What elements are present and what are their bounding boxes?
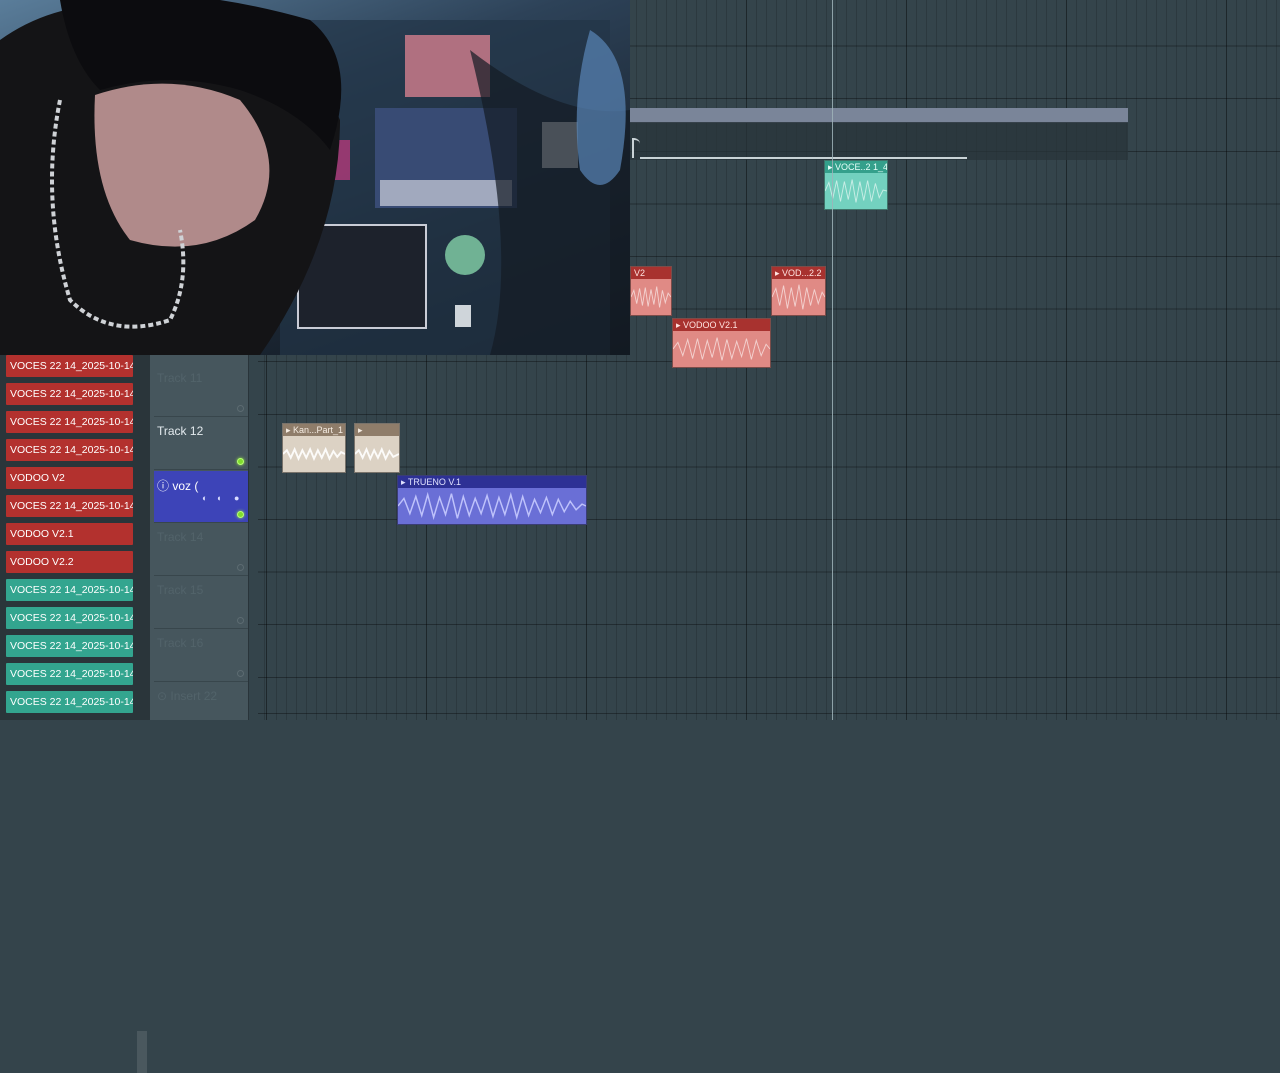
track-enable-led[interactable] [237,511,244,518]
clip-title: V2 [631,267,671,279]
clip-title: ▸ [355,424,399,436]
channel-list-scrollbar[interactable] [137,1031,147,1073]
track-name: Track 15 [157,583,204,597]
playhead-line[interactable] [832,0,833,720]
track-header[interactable]: Track 14 [154,524,248,576]
speaker-icon[interactable]: ◖ [216,493,221,503]
audio-clip[interactable]: ▸ [354,423,400,473]
automation-curve[interactable] [640,157,967,159]
clip-title: ▸ TRUENO V.1 [398,476,586,488]
channel-item[interactable]: VOCES 22 14_2025-10-14... [6,691,133,713]
track-enable-led[interactable] [237,458,244,465]
webcam-overlay [0,0,630,355]
automation-curve-start [632,138,640,158]
audio-clip[interactable]: ▸ TRUENO V.1 [397,475,587,525]
waveform [825,173,887,209]
track-name: Track 11 [157,371,203,385]
audio-clip[interactable]: V2 [630,266,672,316]
channel-item[interactable]: VOCES 22 14_2025-10-14... [6,607,133,629]
waveform [355,436,399,472]
track-header[interactable]: ⓘ voz ( ◐ ◖ ● [154,471,248,523]
track-enable-led[interactable] [237,617,244,624]
track-header[interactable]: Track 11 [154,365,248,417]
track-header[interactable]: Track 12 [154,418,248,470]
channel-item[interactable]: VOCES 22 14_2025-10-14... [6,579,133,601]
track-name: ⓘ voz ( [157,479,199,493]
record-icon[interactable]: ● [234,493,239,503]
channel-item[interactable]: VOCES 22 14_2025-10-14... [6,383,133,405]
waveform [398,488,586,524]
channel-list: VOCES 22 14_2025-10-14... VOCES 22 14_20… [0,355,150,1073]
audio-clip[interactable]: ▸ VOCE..2 1_4 [824,160,888,210]
audio-clip[interactable]: ▸ Kan...Part_1 [282,423,346,473]
clip-title: ▸ VODOO V2.1 [673,319,770,331]
automation-lane[interactable] [630,122,1128,160]
channel-item[interactable]: VODOO V2.2 [6,551,133,573]
track-enable-led[interactable] [237,670,244,677]
clip-title: ▸ VOCE..2 1_4 [825,161,887,173]
track-name: ⊙ Insert 22 [157,689,218,703]
channel-item[interactable]: VOCES 22 14_2025-10-14... [6,411,133,433]
track-name: Track 14 [157,530,204,544]
channel-item[interactable]: VODOO V2.1 [6,523,133,545]
track-header[interactable]: ⊙ Insert 22 [154,683,248,735]
track-name: Track 16 [157,636,204,650]
channel-item[interactable]: VOCES 22 14_2025-10-14... [6,439,133,461]
track-enable-led[interactable] [237,405,244,412]
waveform [673,331,770,367]
waveform [772,279,825,315]
audio-clip[interactable]: ▸ VODOO V2.1 [672,318,771,368]
track-name: Track 12 [157,424,204,438]
track-header-column: Track 11 Track 12 ⓘ voz ( ◐ ◖ ● Track 14… [150,355,249,720]
waveform [283,436,345,472]
channel-item[interactable]: VOCES 22 14_2025-10-14... [6,495,133,517]
clip-title: ▸ VOD...2.2 [772,267,825,279]
channel-item[interactable]: VOCES 22 14_2025-10-14... [6,355,133,377]
waveform [631,279,671,315]
loop-region-bar[interactable] [630,108,1128,123]
audio-icon[interactable]: ◐ [202,493,207,503]
audio-clip[interactable]: ▸ VOD...2.2 [771,266,826,316]
clip-title: ▸ Kan...Part_1 [283,424,345,436]
channel-item[interactable]: VOCES 22 14_2025-10-14... [6,663,133,685]
track-header[interactable]: Track 16 [154,630,248,682]
track-enable-led[interactable] [237,564,244,571]
webcam-scene [0,0,630,355]
channel-item[interactable]: VOCES 22 14_2025-10-14... [6,635,133,657]
track-header[interactable]: Track 15 [154,577,248,629]
channel-item[interactable]: VODOO V2 [6,467,133,489]
